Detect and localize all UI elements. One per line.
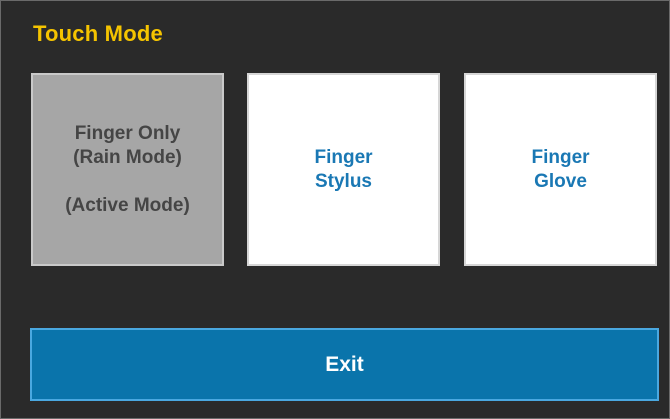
- mode-label-line1: Finger: [314, 146, 373, 168]
- exit-button[interactable]: Exit: [30, 328, 659, 401]
- mode-label-line2: Stylus: [314, 170, 373, 192]
- mode-label-line1: Finger: [531, 146, 590, 168]
- finger-glove-button[interactable]: Finger Glove: [464, 73, 657, 266]
- active-mode-indicator: (Active Mode): [65, 194, 190, 216]
- mode-label-line2: (Rain Mode): [73, 146, 182, 168]
- finger-only-rain-mode-button[interactable]: Finger Only (Rain Mode) (Active Mode): [31, 73, 224, 266]
- touch-mode-dialog: Touch Mode Finger Only (Rain Mode) (Acti…: [0, 0, 670, 419]
- dialog-title: Touch Mode: [33, 21, 163, 46]
- finger-stylus-button[interactable]: Finger Stylus: [247, 73, 440, 266]
- exit-button-label: Exit: [325, 352, 364, 376]
- mode-label-line2: Glove: [534, 170, 587, 192]
- mode-label-line1: Finger Only: [74, 122, 181, 144]
